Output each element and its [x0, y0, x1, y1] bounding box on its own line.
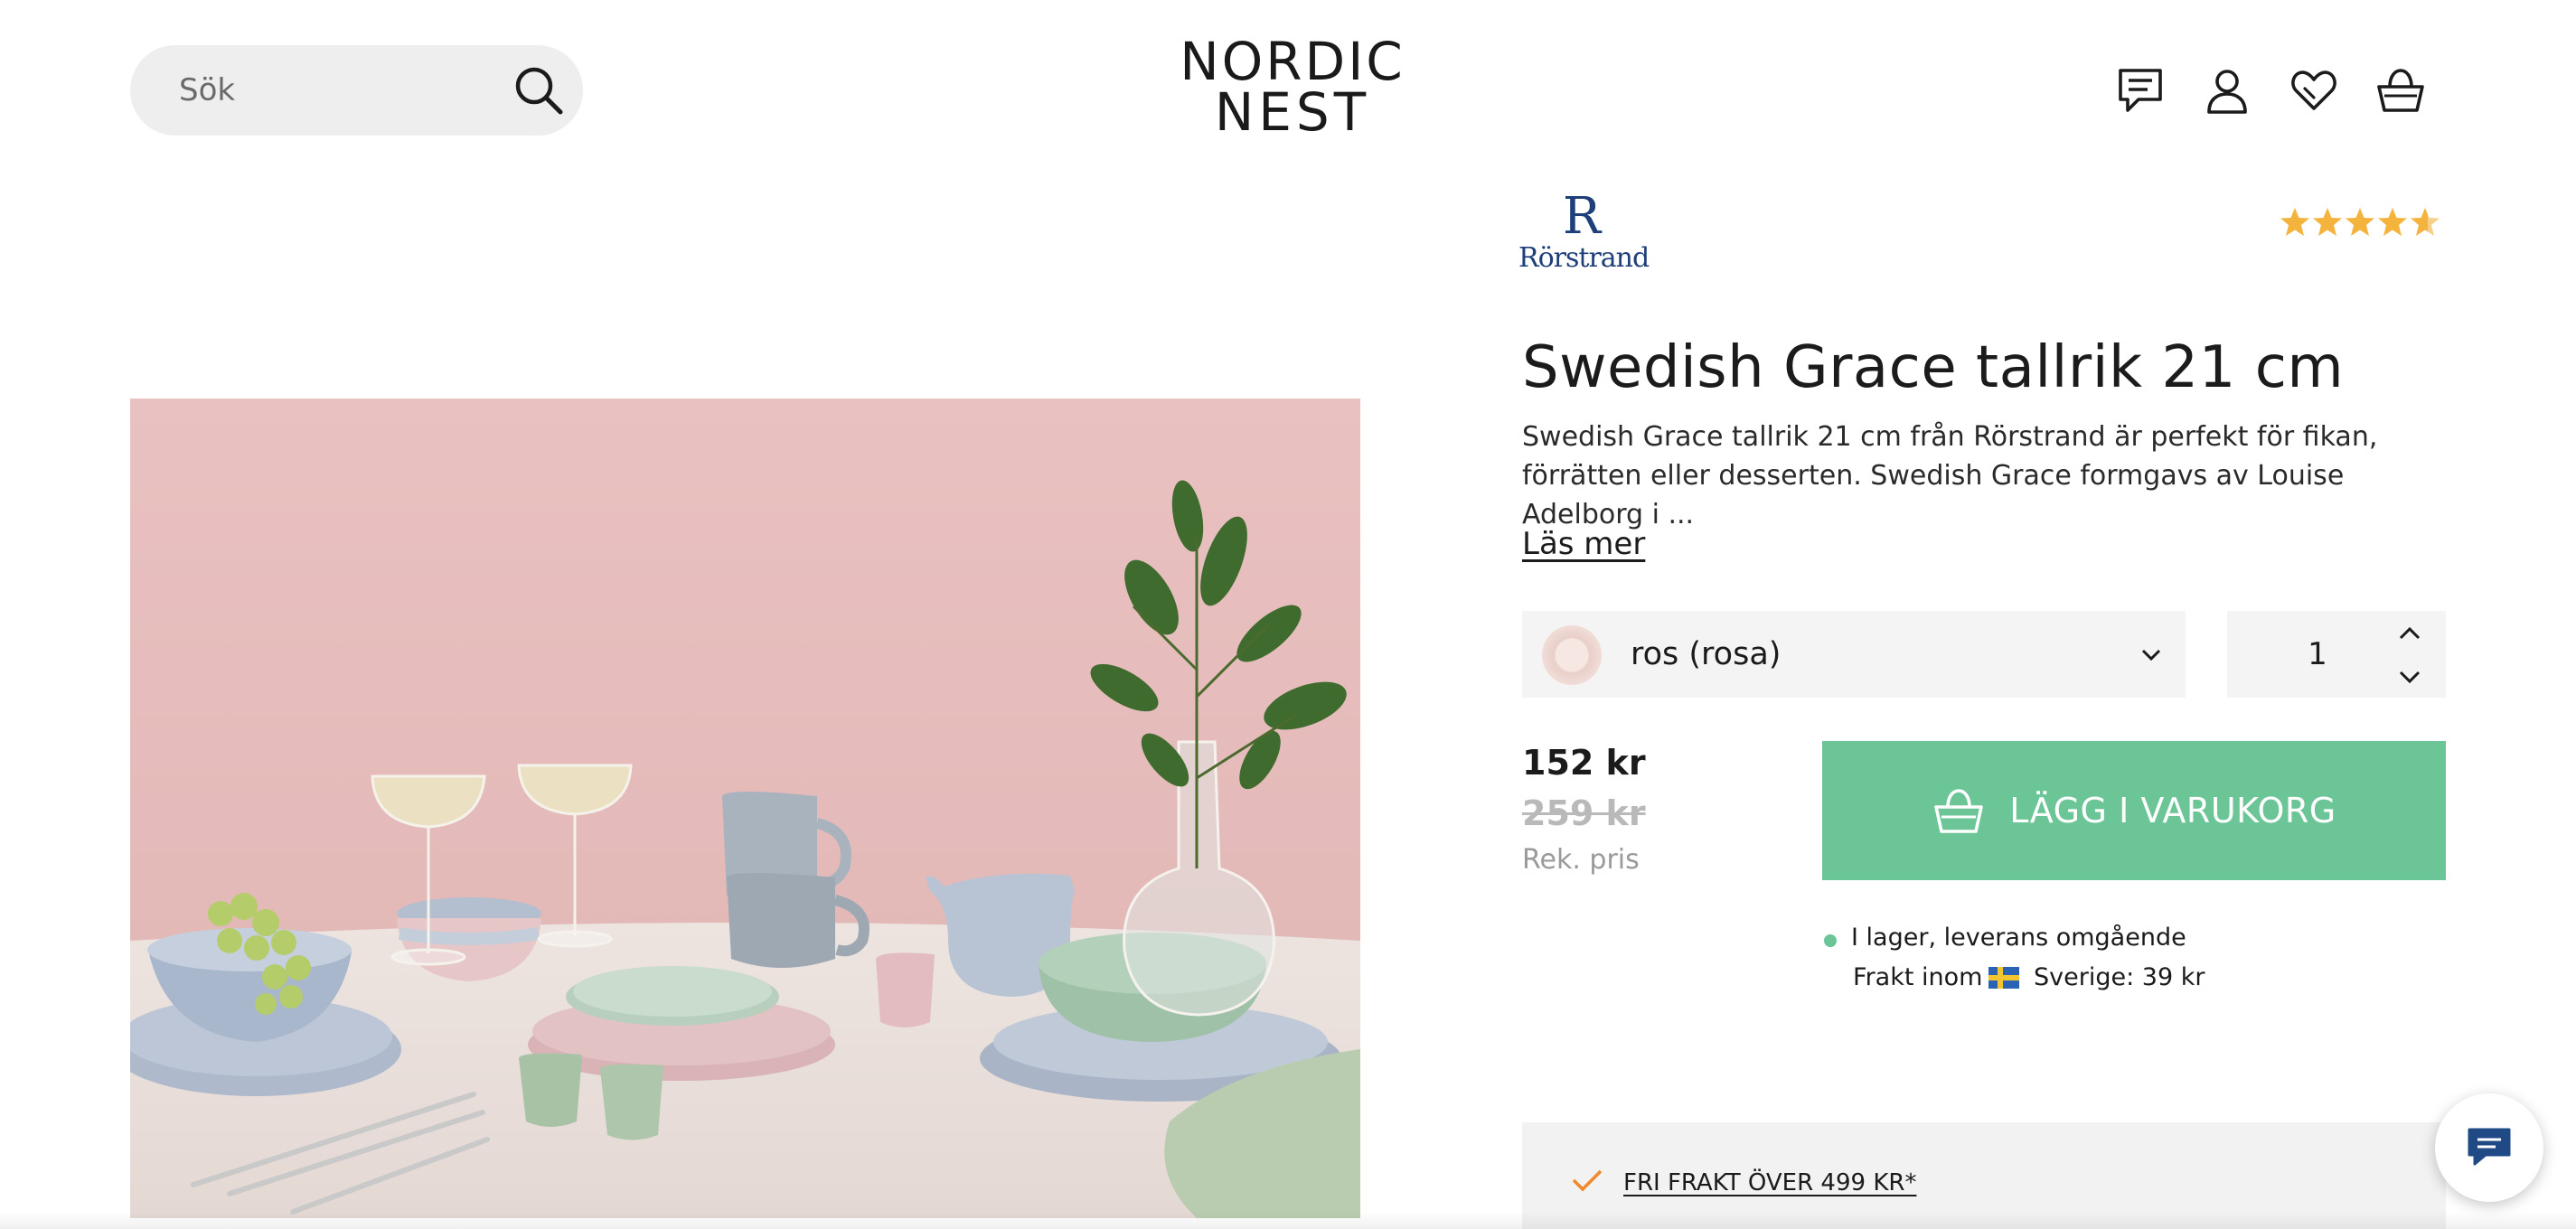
star-half-icon — [2411, 208, 2440, 236]
product-description: Swedish Grace tallrik 21 cm från Rörstra… — [1522, 421, 2378, 530]
chevron-down-icon[interactable] — [2395, 661, 2424, 690]
star-icon — [2378, 208, 2407, 236]
chat-widget-icon — [2468, 1128, 2511, 1166]
stock-status: I lager, leverans omgående — [1851, 924, 2186, 952]
search-icon[interactable] — [512, 63, 566, 117]
read-more-link[interactable]: Läs mer — [1522, 526, 1645, 562]
brand-logo-mark: R — [1562, 187, 1602, 246]
site-logo[interactable]: NORDIC NEST — [1175, 31, 1410, 145]
basket-icon[interactable] — [2375, 65, 2426, 116]
product-image[interactable] — [130, 399, 1360, 1218]
star-icon — [2280, 208, 2309, 236]
chevron-up-icon[interactable] — [2395, 620, 2424, 649]
chevron-down-icon — [2139, 642, 2164, 667]
brand-logo[interactable]: R Rörstrand — [1518, 187, 1650, 280]
search-input[interactable] — [179, 45, 504, 136]
quantity-stepper[interactable]: 1 — [2227, 611, 2446, 698]
star-icon — [2346, 208, 2374, 236]
chat-widget-button[interactable] — [2435, 1093, 2543, 1202]
variant-select[interactable]: ros (rosa) — [1522, 611, 2186, 698]
shipping-price: Sverige: 39 kr — [2034, 963, 2205, 991]
variant-selected-value: ros (rosa) — [1631, 636, 1782, 672]
product-title: Swedish Grace tallrik 21 cm — [1522, 334, 2345, 401]
sweden-flag-icon — [1988, 967, 2019, 989]
add-to-cart-button[interactable]: LÄGG I VARUKORG — [1822, 741, 2446, 880]
shipping-label: Frakt inom — [1853, 963, 1983, 991]
check-icon — [1572, 1169, 1603, 1192]
wishlist-icon[interactable] — [2289, 65, 2339, 116]
quantity-value[interactable]: 1 — [2290, 611, 2345, 698]
price: 152 kr — [1522, 743, 1646, 783]
account-icon[interactable] — [2202, 65, 2252, 116]
basket-icon — [1934, 789, 1984, 833]
brand-logo-name: Rörstrand — [1518, 242, 1650, 274]
add-to-cart-label: LÄGG I VARUKORG — [2009, 791, 2336, 830]
free-shipping-link[interactable]: FRI FRAKT ÖVER 499 KR* — [1623, 1169, 1916, 1196]
star-icon — [2313, 208, 2342, 236]
stock-status-dot — [1824, 934, 1837, 947]
old-price-label: Rek. pris — [1522, 844, 1640, 876]
rating-stars[interactable] — [2280, 206, 2446, 242]
old-price: 259 kr — [1522, 793, 1646, 833]
promo-banner: FRI FRAKT ÖVER 499 KR* — [1522, 1122, 2446, 1229]
logo-text-line2: NEST — [1214, 81, 1371, 143]
logo-text-line1: NORDIC — [1180, 31, 1406, 92]
chat-icon[interactable] — [2115, 65, 2166, 116]
variant-swatch — [1542, 625, 1602, 685]
